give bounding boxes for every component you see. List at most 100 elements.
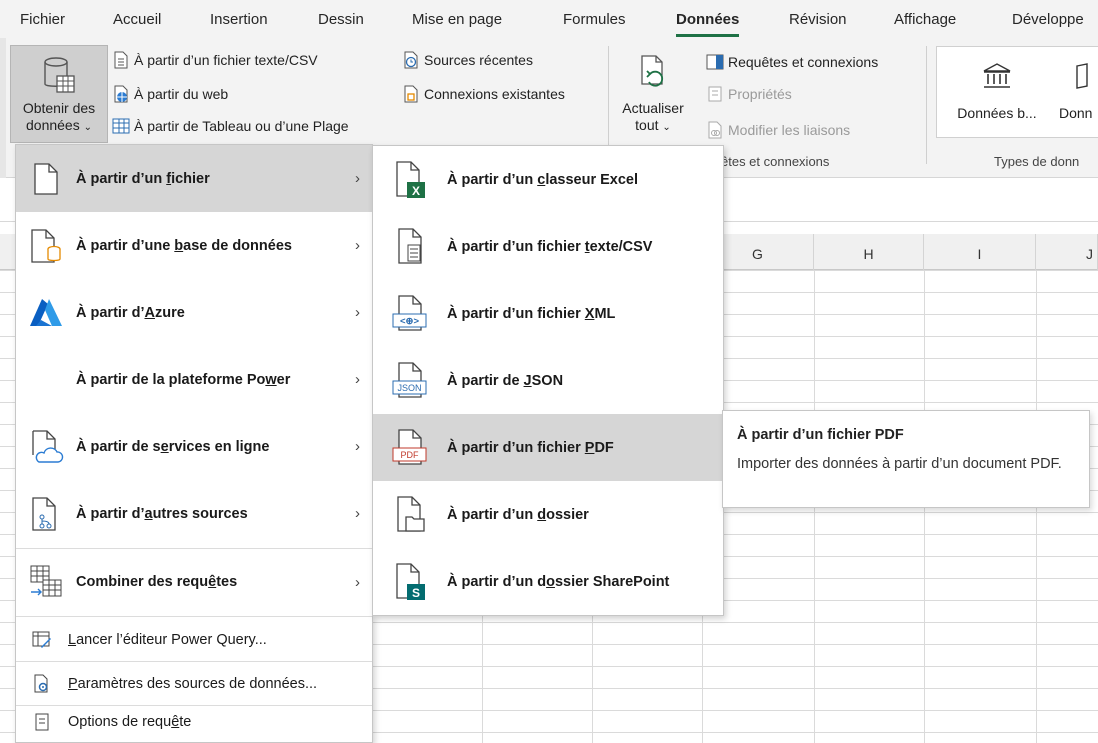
menu-item-from-database[interactable]: À partir d’une base de données › — [16, 212, 372, 279]
menu-item-launch-power-query[interactable]: Lancer l’éditeur Power Query... — [16, 623, 372, 657]
ribbon-tab-bar: Fichier Accueil Insertion Dessin Mise en… — [0, 0, 1098, 38]
menu-item-from-online-services[interactable]: À partir de services en ligne › — [16, 413, 372, 480]
get-data-label-line1: Obtenir des — [22, 100, 96, 116]
data-type-stocks-button[interactable]: Données b... — [947, 57, 1047, 121]
power-query-editor-icon — [16, 631, 68, 649]
xml-file-icon: <⊕> — [373, 294, 447, 334]
table-range-icon — [112, 117, 130, 135]
pdf-tooltip: À partir d’un fichier PDF Importer des d… — [722, 410, 1090, 508]
tab-developpeur[interactable]: Développe — [1012, 11, 1084, 28]
chevron-down-icon: ⌄ — [662, 122, 671, 133]
existing-connections-button[interactable]: Connexions existantes — [402, 82, 565, 106]
tab-formules[interactable]: Formules — [563, 11, 626, 28]
web-page-icon — [112, 85, 130, 103]
menu-item-label: À partir d’autres sources — [76, 505, 248, 522]
tab-affichage[interactable]: Affichage — [894, 11, 956, 28]
refresh-all-button[interactable]: Actualiser tout ⌄ — [618, 45, 688, 143]
get-data-menu: À partir d’un fichier › À partir d’une b… — [15, 144, 373, 743]
properties-icon — [706, 85, 724, 103]
recent-sources-button[interactable]: Sources récentes — [402, 48, 533, 72]
menu-item-from-other-sources[interactable]: À partir d’autres sources › — [16, 480, 372, 547]
ribbon-group-separator — [926, 46, 927, 164]
from-text-csv-label: À partir d’un fichier texte/CSV — [134, 52, 318, 68]
chevron-right-icon: › — [355, 304, 360, 321]
tooltip-description: Importer des données à partir d’un docum… — [737, 456, 1062, 472]
from-web-button[interactable]: À partir du web — [112, 82, 228, 106]
text-file-icon — [373, 227, 447, 267]
menu-item-from-file[interactable]: À partir d’un fichier › — [16, 145, 372, 212]
chevron-right-icon: › — [355, 237, 360, 254]
svg-text:S: S — [412, 586, 420, 600]
properties-button[interactable]: Propriétés — [706, 82, 792, 106]
chevron-right-icon: › — [355, 170, 360, 187]
column-header-i[interactable]: I — [924, 234, 1036, 270]
column-header-h[interactable]: H — [814, 234, 924, 270]
other-sources-icon — [16, 496, 76, 532]
submenu-item-sharepoint-folder[interactable]: S À partir d’un dossier SharePoint — [373, 548, 723, 615]
queries-connections-button[interactable]: Requêtes et connexions — [706, 50, 878, 74]
recent-sources-label: Sources récentes — [424, 52, 533, 68]
data-type-geography-button[interactable]: Donn — [1059, 57, 1098, 121]
menu-item-label: Combiner des requêtes — [76, 574, 238, 590]
tab-mise-en-page[interactable]: Mise en page — [412, 11, 502, 28]
tab-accueil[interactable]: Accueil — [113, 11, 161, 28]
from-table-button[interactable]: À partir de Tableau ou d’une Plage — [112, 114, 349, 138]
menu-item-combine-queries[interactable]: Combiner des requêtes › — [16, 549, 372, 615]
chevron-right-icon: › — [355, 438, 360, 455]
submenu-item-label: À partir d’un fichier texte/CSV — [447, 238, 653, 255]
from-web-label: À partir du web — [134, 86, 229, 102]
map-icon — [1059, 57, 1098, 95]
bank-icon — [947, 57, 1047, 95]
refresh-icon — [619, 46, 687, 94]
group-label-queries: êtes et connexions — [721, 154, 830, 169]
tab-dessin[interactable]: Dessin — [318, 11, 364, 28]
azure-icon — [16, 298, 76, 328]
menu-item-from-power-platform[interactable]: À partir de la plateforme Power › — [16, 346, 372, 413]
properties-label: Propriétés — [728, 86, 792, 102]
tab-insertion[interactable]: Insertion — [210, 11, 268, 28]
menu-item-from-azure[interactable]: À partir d’Azure › — [16, 279, 372, 346]
tab-revision[interactable]: Révision — [789, 11, 847, 28]
connections-file-icon — [402, 85, 420, 103]
tab-fichier[interactable]: Fichier — [20, 11, 65, 28]
database-table-icon — [11, 46, 107, 94]
menu-item-label: À partir d’un fichier — [76, 170, 210, 187]
group-label-data-types: Types de donn — [994, 154, 1080, 169]
submenu-item-folder[interactable]: À partir d’un dossier — [373, 481, 723, 548]
menu-item-label: À partir d’Azure — [76, 304, 185, 321]
submenu-item-pdf[interactable]: PDF À partir d’un fichier PDF — [373, 414, 723, 481]
refresh-label-line2: tout ⌄ — [635, 117, 671, 133]
menu-item-data-source-settings[interactable]: Paramètres des sources de données... — [16, 667, 372, 701]
text-file-small-icon — [112, 51, 130, 69]
submenu-item-text-csv[interactable]: À partir d’un fichier texte/CSV — [373, 213, 723, 280]
menu-item-label: Options de requête — [68, 714, 192, 730]
svg-text:JSON: JSON — [397, 383, 421, 393]
submenu-item-json[interactable]: JSON À partir de JSON — [373, 347, 723, 414]
svg-text:PDF: PDF — [401, 450, 420, 460]
tab-donnees[interactable]: Données — [676, 11, 740, 37]
get-data-label-line2: données ⌄ — [26, 117, 92, 133]
queries-pane-icon — [706, 53, 724, 71]
chevron-right-icon: › — [355, 573, 360, 591]
menu-item-label: À partir d’une base de données — [76, 237, 292, 254]
menu-item-query-options[interactable]: Options de requête — [16, 705, 372, 739]
chevron-down-icon: ⌄ — [83, 122, 92, 133]
svg-text:<⊕>: <⊕> — [400, 316, 420, 327]
submenu-item-xml[interactable]: <⊕> À partir d’un fichier XML — [373, 280, 723, 347]
get-data-button[interactable]: Obtenir des données ⌄ — [10, 45, 108, 143]
json-file-icon: JSON — [373, 361, 447, 401]
menu-separator — [16, 661, 372, 662]
queries-connections-label: Requêtes et connexions — [728, 54, 879, 70]
data-source-settings-icon — [16, 674, 68, 694]
file-icon — [16, 162, 76, 196]
from-text-csv-button[interactable]: À partir d’un fichier texte/CSV — [112, 48, 318, 72]
submenu-item-label: À partir d’un dossier — [447, 506, 589, 523]
data-type-stocks-label: Données b... — [957, 105, 1037, 121]
combine-queries-icon — [16, 564, 76, 600]
submenu-item-excel-workbook[interactable]: X À partir d’un classeur Excel — [373, 146, 723, 213]
column-header-j[interactable]: J — [1036, 234, 1098, 270]
data-types-gallery: Données b... Donn — [936, 46, 1098, 138]
database-icon — [16, 228, 76, 264]
edit-links-label: Modifier les liaisons — [728, 122, 851, 138]
edit-links-button[interactable]: Modifier les liaisons — [706, 118, 850, 142]
